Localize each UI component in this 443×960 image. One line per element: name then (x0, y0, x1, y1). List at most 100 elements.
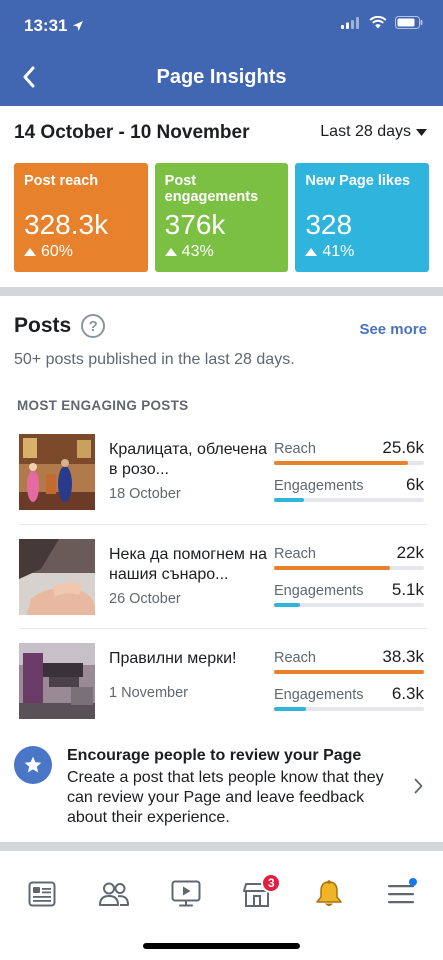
reach-bar (274, 670, 424, 674)
posts-title: Posts (14, 314, 72, 337)
friends-icon (98, 882, 129, 906)
engagements-bar-fill (274, 707, 306, 711)
card-label: Post reach (24, 173, 99, 189)
date-range-label: 14 October - 10 November (14, 122, 250, 143)
wifi-icon (369, 16, 387, 29)
post-thumbnail (19, 643, 95, 719)
card-delta: 60% (24, 243, 73, 261)
tab-notifications[interactable] (299, 869, 359, 919)
reach-bar-fill (274, 670, 424, 674)
post-date: 26 October (109, 591, 181, 607)
engagements-bar-fill (274, 498, 304, 502)
engagements-bar-fill (274, 603, 300, 607)
reach-value: 38.3k (382, 647, 424, 666)
post-image (19, 434, 95, 510)
post-image (19, 539, 95, 615)
reach-bar-fill (274, 461, 408, 465)
up-arrow-icon (164, 248, 177, 256)
tab-menu[interactable] (371, 869, 431, 919)
section-divider (0, 842, 443, 851)
chevron-right-icon (414, 778, 423, 794)
page-title: Page Insights (156, 66, 287, 88)
caret-down-icon (416, 128, 427, 136)
post-thumbnail (19, 539, 95, 615)
engagements-label: Engagements (274, 583, 364, 599)
post-image (19, 643, 95, 719)
new-activity-dot (409, 878, 418, 886)
encourage-review-prompt[interactable]: Encourage people to review your Page Cre… (0, 744, 443, 834)
status-indicators (341, 16, 423, 29)
reach-bar-fill (274, 566, 390, 570)
post-date: 1 November (109, 685, 188, 701)
card-delta: 43% (164, 243, 214, 261)
summary-cards: Post reach 328.3k 60% Post engagements 3… (14, 163, 430, 272)
card-value: 328 (305, 209, 353, 240)
location-arrow-icon (73, 21, 84, 31)
post-separator (19, 524, 427, 525)
see-more-link[interactable]: See more (359, 321, 427, 338)
card-delta-value: 60% (41, 243, 74, 260)
tab-friends[interactable] (84, 869, 144, 919)
encourage-title: Encourage people to review your Page (67, 747, 362, 764)
period-dropdown-label: Last 28 days (320, 123, 411, 140)
post-metrics: Reach 38.3k Engagements 6.3k (274, 647, 424, 711)
card-delta-value: 41% (322, 243, 355, 260)
status-time-label: 13:31 (24, 16, 68, 35)
card-new-page-likes[interactable]: New Page likes 328 41% (295, 163, 430, 272)
post-item[interactable]: Правилни мерки! 1 November Reach 38.3k En… (0, 643, 443, 747)
bottom-tab-bar: 3 (0, 864, 443, 924)
card-post-engagements[interactable]: Post engagements 376k 43% (154, 163, 289, 272)
post-item[interactable]: Кралицата, облечена в розо... 18 October… (0, 434, 443, 538)
card-label: New Page likes (305, 173, 411, 189)
battery-icon (395, 16, 423, 29)
post-date: 18 October (109, 486, 181, 502)
card-delta-value: 43% (181, 243, 214, 260)
period-dropdown[interactable]: Last 28 days (320, 123, 427, 141)
engagements-label: Engagements (274, 478, 364, 494)
reach-label: Reach (274, 546, 316, 562)
reach-label: Reach (274, 650, 316, 666)
most-engaging-heading: MOST ENGAGING POSTS (17, 398, 189, 413)
date-range-row: 14 October - 10 November Last 28 days (0, 106, 443, 160)
posts-heading: Posts ? (14, 314, 106, 338)
post-title: Кралицата, облечена в розо... (109, 441, 268, 478)
tab-news-feed[interactable] (12, 869, 72, 919)
post-title: Нека да помогнем на нашия сънаро... (109, 546, 268, 583)
post-metrics: Reach 22k Engagements 5.1k (274, 543, 424, 607)
engagements-label: Engagements (274, 687, 364, 703)
post-metrics: Reach 25.6k Engagements 6k (274, 438, 424, 502)
card-value: 376k (164, 209, 226, 240)
engagements-value: 6.3k (391, 684, 424, 703)
engagements-bar (274, 707, 424, 711)
star-glyph (24, 756, 42, 773)
tab-marketplace[interactable]: 3 (227, 869, 287, 919)
engagements-value: 5.1k (391, 580, 424, 599)
post-separator (19, 628, 427, 629)
reach-label: Reach (274, 441, 316, 457)
watch-video-icon (171, 880, 201, 907)
home-indicator (143, 943, 300, 949)
post-title: Правилни мерки! (109, 650, 237, 667)
up-arrow-icon (305, 248, 318, 256)
posts-subtitle: 50+ posts published in the last 28 days. (14, 351, 295, 368)
reach-bar (274, 566, 424, 570)
card-label: Post engagements (164, 173, 259, 205)
tab-watch[interactable] (156, 869, 216, 919)
card-post-reach[interactable]: Post reach 328.3k 60% (14, 163, 148, 272)
notification-badge: 3 (261, 873, 282, 893)
engagements-value: 6k (406, 475, 424, 494)
star-icon (14, 746, 52, 784)
up-arrow-icon (24, 248, 36, 256)
top-bar: 13:31 Page Insights (0, 0, 443, 106)
engagements-bar (274, 603, 424, 607)
card-value: 328.3k (24, 209, 109, 240)
engagements-bar (274, 498, 424, 502)
reach-bar (274, 461, 424, 465)
reach-value: 22k (396, 543, 424, 562)
news-feed-icon (28, 881, 56, 907)
encourage-body: Create a post that lets people know that… (67, 769, 384, 826)
reach-value: 25.6k (382, 438, 424, 457)
bell-icon (316, 880, 342, 906)
help-icon[interactable]: ? (81, 314, 106, 338)
card-delta: 41% (305, 243, 354, 261)
